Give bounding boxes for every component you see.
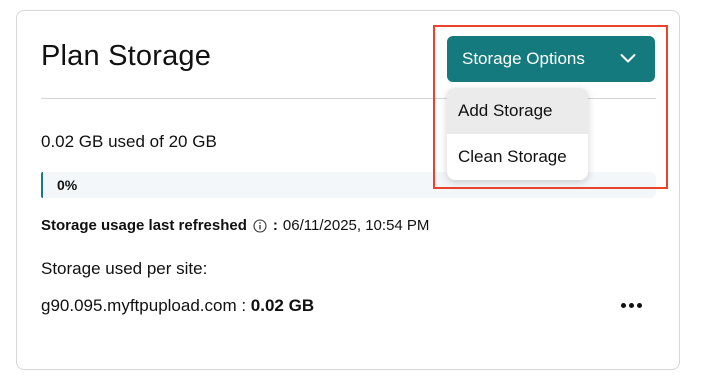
site-usage-value: 0.02 GB bbox=[250, 296, 315, 315]
site-separator: : bbox=[236, 296, 251, 315]
refresh-label: Storage usage last refreshed bbox=[41, 217, 247, 234]
storage-refresh-row: Storage usage last refreshed : 06/11/202… bbox=[41, 217, 429, 234]
page-title: Plan Storage bbox=[41, 40, 212, 72]
info-icon[interactable] bbox=[253, 218, 267, 233]
menu-item-add-storage[interactable]: Add Storage bbox=[447, 88, 588, 134]
refresh-timestamp: 06/11/2025, 10:54 PM bbox=[282, 217, 430, 234]
site-usage-row: g90.095.myftpupload.com : 0.02 GB bbox=[41, 296, 314, 316]
storage-progress-fill bbox=[41, 172, 43, 198]
storage-options-menu: Add Storage Clean Storage bbox=[447, 88, 588, 180]
site-domain: g90.095.myftpupload.com bbox=[41, 296, 237, 315]
more-horizontal-icon bbox=[620, 302, 626, 308]
storage-options-label: Storage Options bbox=[462, 49, 585, 68]
storage-options-button[interactable]: Storage Options bbox=[447, 36, 655, 82]
refresh-colon: : bbox=[272, 217, 278, 234]
more-dot bbox=[628, 302, 634, 308]
per-site-heading: Storage used per site: bbox=[41, 259, 208, 278]
storage-progress-label: 0% bbox=[57, 177, 78, 193]
site-more-options-button[interactable] bbox=[614, 292, 648, 318]
menu-item-clean-storage[interactable]: Clean Storage bbox=[447, 134, 588, 180]
chevron-down-icon bbox=[620, 54, 636, 63]
storage-usage-text: 0.02 GB used of 20 GB bbox=[41, 132, 217, 151]
more-dot bbox=[636, 302, 642, 308]
